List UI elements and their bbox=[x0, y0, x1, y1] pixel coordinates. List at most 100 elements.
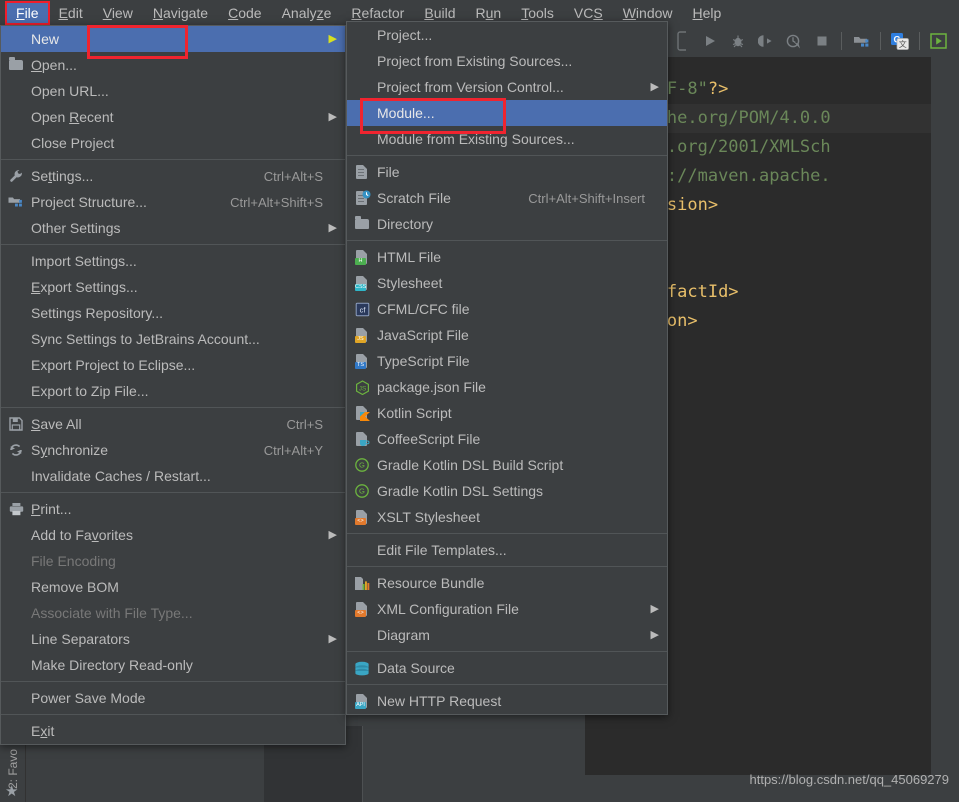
menu-item-save-all[interactable]: Save All Ctrl+S bbox=[1, 411, 345, 437]
debug-icon[interactable] bbox=[724, 27, 752, 55]
menu-item-edit-file-templates[interactable]: Edit File Templates... bbox=[347, 537, 667, 563]
menu-item-project[interactable]: Project... bbox=[347, 22, 667, 48]
menubar-item-analyze[interactable]: Analyze bbox=[272, 2, 342, 24]
chevron-right-icon: ▶ bbox=[328, 110, 337, 123]
menu-item-open[interactable]: Open... bbox=[1, 52, 345, 78]
menu-item-typescript-file[interactable]: TS TypeScript File bbox=[347, 348, 667, 374]
menu-item-label: Open URL... bbox=[31, 83, 109, 99]
profile-icon[interactable] bbox=[780, 27, 808, 55]
menu-item-cfml-cfc-file[interactable]: cf CFML/CFC file bbox=[347, 296, 667, 322]
menu-item-remove-bom[interactable]: Remove BOM bbox=[1, 574, 345, 600]
menu-item-print[interactable]: Print... bbox=[1, 496, 345, 522]
menu-item-import-settings[interactable]: Import Settings... bbox=[1, 248, 345, 274]
menu-item-file[interactable]: File bbox=[347, 159, 667, 185]
menu-item-line-separators[interactable]: Line Separators ▶ bbox=[1, 626, 345, 652]
menu-item-label: Settings... bbox=[31, 168, 94, 184]
menu-item-settings[interactable]: Settings... Ctrl+Alt+S bbox=[1, 163, 345, 189]
menu-item-synchronize[interactable]: Synchronize Ctrl+Alt+Y bbox=[1, 437, 345, 463]
run-external-tool-icon[interactable] bbox=[925, 27, 953, 55]
menu-item-package-json-file[interactable]: JS package.json File bbox=[347, 374, 667, 400]
menu-item-kotlin-script[interactable]: Kotlin Script bbox=[347, 400, 667, 426]
menu-item-resource-bundle[interactable]: Resource Bundle bbox=[347, 570, 667, 596]
chevron-right-icon: ▶ bbox=[328, 632, 337, 645]
menu-separator bbox=[1, 407, 345, 408]
menu-item-new[interactable]: New ▶ bbox=[1, 25, 345, 59]
menubar-item-code[interactable]: Code bbox=[218, 2, 271, 24]
menu-item-label: Sync Settings to JetBrains Account... bbox=[31, 331, 260, 347]
menu-separator bbox=[1, 714, 345, 715]
menu-item-directory[interactable]: Directory bbox=[347, 211, 667, 237]
menu-item-gradle-kotlin-dsl-build-script[interactable]: G Gradle Kotlin DSL Build Script bbox=[347, 452, 667, 478]
menubar-item-navigate[interactable]: Navigate bbox=[143, 2, 218, 24]
stop-icon[interactable] bbox=[808, 27, 836, 55]
menu-item-label: Export Settings... bbox=[31, 279, 138, 295]
menu-item-label: JavaScript File bbox=[377, 327, 469, 343]
menu-item-make-directory-read-only[interactable]: Make Directory Read-only bbox=[1, 652, 345, 678]
menu-item-sync-settings-to-jetbrains-account[interactable]: Sync Settings to JetBrains Account... bbox=[1, 326, 345, 352]
menubar-item-help[interactable]: Help bbox=[683, 2, 732, 24]
menu-item-xslt-stylesheet[interactable]: <> XSLT Stylesheet bbox=[347, 504, 667, 530]
menu-item-label: Project... bbox=[377, 27, 433, 43]
chevron-right-icon: ▶ bbox=[650, 628, 659, 641]
menu-separator bbox=[347, 155, 667, 156]
nodejs-file-icon: JS bbox=[347, 379, 377, 395]
menu-item-label: Settings Repository... bbox=[31, 305, 164, 321]
menu-item-add-to-favorites[interactable]: Add to Favorites ▶ bbox=[1, 522, 345, 548]
menubar-item-edit[interactable]: Edit bbox=[49, 2, 93, 24]
menu-item-stylesheet[interactable]: CSS Stylesheet bbox=[347, 270, 667, 296]
menu-item-label: Scratch File bbox=[377, 190, 451, 206]
menu-item-label: Open... bbox=[31, 57, 77, 73]
menu-item-html-file[interactable]: H HTML File bbox=[347, 244, 667, 270]
menu-item-label: Add to Favorites bbox=[31, 527, 133, 543]
menu-item-label: File Encoding bbox=[31, 553, 116, 569]
menu-item-open-recent[interactable]: Open Recent ▶ bbox=[1, 104, 345, 130]
menu-item-label: XML Configuration File bbox=[377, 601, 519, 617]
menu-item-project-structure[interactable]: Project Structure... Ctrl+Alt+Shift+S bbox=[1, 189, 345, 215]
menu-item-export-settings[interactable]: Export Settings... bbox=[1, 274, 345, 300]
project-structure-icon[interactable] bbox=[847, 27, 875, 55]
file-icon bbox=[347, 164, 377, 180]
menu-item-label: Remove BOM bbox=[31, 579, 119, 595]
run-config-box-icon[interactable] bbox=[668, 27, 696, 55]
chevron-right-icon: ▶ bbox=[328, 221, 337, 234]
menu-item-diagram[interactable]: Diagram ▶ bbox=[347, 622, 667, 648]
menu-item-scratch-file[interactable]: Scratch File Ctrl+Alt+Shift+Insert bbox=[347, 185, 667, 211]
menubar-item-file[interactable]: File bbox=[5, 0, 50, 25]
menu-item-new-http-request[interactable]: API New HTTP Request bbox=[347, 688, 667, 714]
xml-config-file-icon: <> bbox=[347, 601, 377, 617]
menu-item-close-project[interactable]: Close Project bbox=[1, 130, 345, 156]
run-icon[interactable] bbox=[696, 27, 724, 55]
menu-item-label: XSLT Stylesheet bbox=[377, 509, 480, 525]
new-submenu-popup[interactable]: Project... Project from Existing Sources.… bbox=[346, 21, 668, 715]
menu-item-power-save-mode[interactable]: Power Save Mode bbox=[1, 685, 345, 711]
menu-item-javascript-file[interactable]: JS JavaScript File bbox=[347, 322, 667, 348]
run-with-coverage-icon[interactable] bbox=[752, 27, 780, 55]
svg-text:G: G bbox=[359, 461, 365, 470]
menu-item-xml-configuration-file[interactable]: <> XML Configuration File ▶ bbox=[347, 596, 667, 622]
menu-item-other-settings[interactable]: Other Settings ▶ bbox=[1, 215, 345, 241]
menu-item-open-url[interactable]: Open URL... bbox=[1, 78, 345, 104]
kotlin-script-icon bbox=[347, 405, 377, 421]
menu-item-export-to-zip-file[interactable]: Export to Zip File... bbox=[1, 378, 345, 404]
menu-item-module-from-existing-sources[interactable]: Module from Existing Sources... bbox=[347, 126, 667, 152]
svg-text:G: G bbox=[359, 487, 365, 496]
menu-item-project-from-existing-sources[interactable]: Project from Existing Sources... bbox=[347, 48, 667, 74]
menu-item-settings-repository[interactable]: Settings Repository... bbox=[1, 300, 345, 326]
google-translate-icon[interactable]: G 文 bbox=[886, 27, 914, 55]
menu-item-gradle-kotlin-dsl-settings[interactable]: G Gradle Kotlin DSL Settings bbox=[347, 478, 667, 504]
menu-item-project-from-version-control[interactable]: Project from Version Control... ▶ bbox=[347, 74, 667, 100]
menubar-item-view[interactable]: View bbox=[93, 2, 143, 24]
http-request-icon: API bbox=[347, 693, 377, 709]
menu-item-module[interactable]: Module... bbox=[347, 98, 667, 134]
menu-item-label: Resource Bundle bbox=[377, 575, 485, 591]
coffeescript-file-icon bbox=[347, 431, 377, 447]
menu-item-export-project-to-eclipse[interactable]: Export Project to Eclipse... bbox=[1, 352, 345, 378]
menu-item-exit[interactable]: Exit bbox=[1, 718, 345, 744]
menu-item-coffeescript-file[interactable]: CoffeeScript File bbox=[347, 426, 667, 452]
menu-item-shortcut: Ctrl+Alt+Y bbox=[263, 442, 323, 458]
file-menu-popup[interactable]: New ▶ Open... Open URL... Open Recent ▶ Close … bbox=[0, 25, 346, 745]
menu-item-invalidate-caches-restart[interactable]: Invalidate Caches / Restart... bbox=[1, 463, 345, 489]
menu-item-data-source[interactable]: Data Source bbox=[347, 655, 667, 681]
svg-text:JS: JS bbox=[358, 385, 365, 392]
svg-text:文: 文 bbox=[899, 39, 907, 49]
